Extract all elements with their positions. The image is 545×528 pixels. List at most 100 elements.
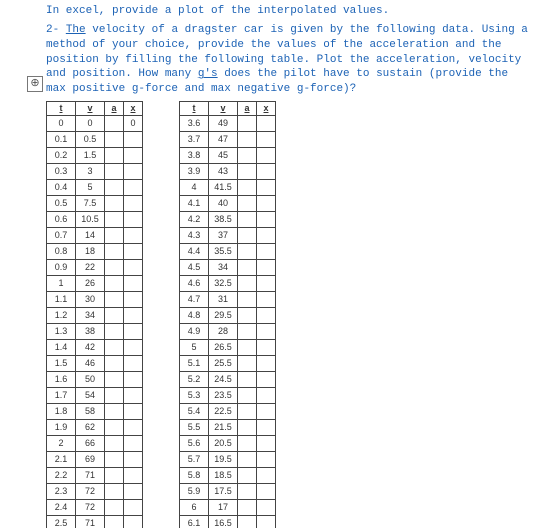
cell-x bbox=[257, 132, 276, 148]
instruction-line-1: In excel, provide a plot of the interpol… bbox=[46, 4, 531, 19]
cell-x bbox=[257, 180, 276, 196]
cell-x bbox=[124, 484, 143, 500]
cell-v: 35.5 bbox=[209, 244, 238, 260]
cell-t: 4.5 bbox=[180, 260, 209, 276]
col-header-t: t bbox=[47, 102, 76, 116]
table-row: 617 bbox=[180, 500, 276, 516]
table-row: 1.650 bbox=[47, 372, 143, 388]
cell-t: 5 bbox=[180, 340, 209, 356]
cell-v: 50 bbox=[76, 372, 105, 388]
cell-a bbox=[238, 308, 257, 324]
cell-a bbox=[105, 372, 124, 388]
cell-x bbox=[257, 260, 276, 276]
cell-t: 1.8 bbox=[47, 404, 76, 420]
cell-x bbox=[124, 340, 143, 356]
underline-the: The bbox=[66, 24, 86, 36]
cell-a bbox=[105, 260, 124, 276]
table-row: 3.943 bbox=[180, 164, 276, 180]
cell-t: 1 bbox=[47, 276, 76, 292]
cell-v: 19.5 bbox=[209, 452, 238, 468]
cell-a bbox=[105, 404, 124, 420]
cell-v: 62 bbox=[76, 420, 105, 436]
cell-t: 5.8 bbox=[180, 468, 209, 484]
cell-x bbox=[124, 436, 143, 452]
cell-a bbox=[105, 420, 124, 436]
table-row: 4.534 bbox=[180, 260, 276, 276]
col-header-t: t bbox=[180, 102, 209, 116]
cell-x bbox=[124, 500, 143, 516]
table-row: 5.224.5 bbox=[180, 372, 276, 388]
cell-v: 41.5 bbox=[209, 180, 238, 196]
cell-a bbox=[105, 388, 124, 404]
cell-t: 0.7 bbox=[47, 228, 76, 244]
cell-a bbox=[105, 132, 124, 148]
cell-a bbox=[105, 116, 124, 132]
cell-v: 72 bbox=[76, 484, 105, 500]
col-header-a: a bbox=[238, 102, 257, 116]
cell-a bbox=[105, 516, 124, 528]
cell-t: 4.3 bbox=[180, 228, 209, 244]
cell-x bbox=[257, 356, 276, 372]
cell-t: 1.3 bbox=[47, 324, 76, 340]
cell-x bbox=[124, 196, 143, 212]
cell-x bbox=[257, 164, 276, 180]
cell-v: 31 bbox=[209, 292, 238, 308]
table-row: 5.719.5 bbox=[180, 452, 276, 468]
table-row: 4.829.5 bbox=[180, 308, 276, 324]
cell-x bbox=[257, 500, 276, 516]
table-row: 2.372 bbox=[47, 484, 143, 500]
tables-row: t v a x 0000.10.50.21.50.330.450.57.50.6… bbox=[46, 101, 531, 528]
cell-x bbox=[124, 404, 143, 420]
cell-x bbox=[257, 116, 276, 132]
cell-v: 72 bbox=[76, 500, 105, 516]
table-row: 6.116.5 bbox=[180, 516, 276, 528]
move-handle-icon[interactable]: ⊕ bbox=[27, 76, 43, 92]
table-row: 5.422.5 bbox=[180, 404, 276, 420]
col-header-v: v bbox=[209, 102, 238, 116]
cell-a bbox=[238, 356, 257, 372]
cell-a bbox=[105, 180, 124, 196]
cell-a bbox=[238, 500, 257, 516]
cell-a bbox=[238, 132, 257, 148]
cell-t: 1.9 bbox=[47, 420, 76, 436]
cell-t: 0.4 bbox=[47, 180, 76, 196]
cell-x bbox=[124, 148, 143, 164]
cell-a bbox=[238, 484, 257, 500]
cell-a bbox=[238, 388, 257, 404]
cell-t: 3.8 bbox=[180, 148, 209, 164]
cell-v: 45 bbox=[209, 148, 238, 164]
table-row: 0.45 bbox=[47, 180, 143, 196]
table-row: 3.747 bbox=[180, 132, 276, 148]
cell-x bbox=[124, 132, 143, 148]
cell-t: 5.5 bbox=[180, 420, 209, 436]
cell-a bbox=[105, 308, 124, 324]
table-header-row: t v a x bbox=[180, 102, 276, 116]
cell-x bbox=[257, 308, 276, 324]
cell-a bbox=[238, 420, 257, 436]
cell-t: 4 bbox=[180, 180, 209, 196]
underline-gs: g's bbox=[198, 68, 218, 80]
cell-t: 5.1 bbox=[180, 356, 209, 372]
cell-x bbox=[124, 420, 143, 436]
cell-t: 2.5 bbox=[47, 516, 76, 528]
cell-x bbox=[124, 516, 143, 528]
cell-x bbox=[124, 468, 143, 484]
table-row: 1.234 bbox=[47, 308, 143, 324]
cell-v: 71 bbox=[76, 516, 105, 528]
cell-t: 5.9 bbox=[180, 484, 209, 500]
table-row: 0.922 bbox=[47, 260, 143, 276]
cell-x bbox=[124, 452, 143, 468]
cell-a bbox=[238, 164, 257, 180]
cell-a bbox=[238, 244, 257, 260]
cell-v: 24.5 bbox=[209, 372, 238, 388]
cell-t: 4.6 bbox=[180, 276, 209, 292]
table-row: 0.10.5 bbox=[47, 132, 143, 148]
cell-t: 5.7 bbox=[180, 452, 209, 468]
table-row: 5.620.5 bbox=[180, 436, 276, 452]
table-row: 0.714 bbox=[47, 228, 143, 244]
col-header-a: a bbox=[105, 102, 124, 116]
cell-v: 26.5 bbox=[209, 340, 238, 356]
cell-v: 5 bbox=[76, 180, 105, 196]
cell-t: 6.1 bbox=[180, 516, 209, 528]
table-header-row: t v a x bbox=[47, 102, 143, 116]
